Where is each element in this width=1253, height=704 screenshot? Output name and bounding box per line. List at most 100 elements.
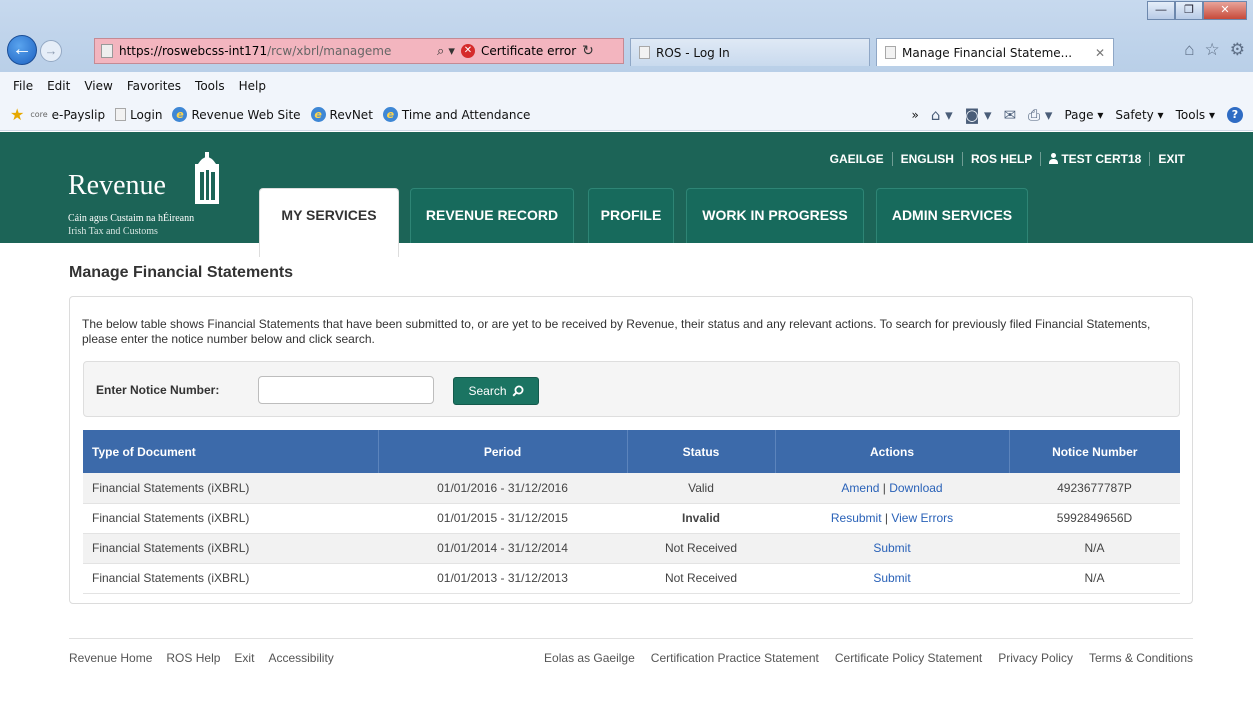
minimize-button[interactable]: —	[1147, 1, 1175, 20]
menu-file[interactable]: File	[6, 79, 40, 93]
address-url[interactable]: https://roswebcss-int171/rcw/xbrl/manage…	[119, 44, 431, 58]
user-icon	[1049, 153, 1059, 164]
certificate-error-icon[interactable]: ✕	[460, 44, 475, 58]
favorites-star-icon[interactable]: ★	[10, 105, 24, 124]
footer-exit-link[interactable]: Exit	[234, 651, 254, 665]
table-header-row: Type of Document Period Status Actions N…	[83, 430, 1180, 473]
cell-type: Financial Statements (iXBRL)	[83, 533, 378, 564]
table-row: Financial Statements (iXBRL) 01/01/2016 …	[83, 473, 1180, 504]
ie-icon: e	[310, 107, 326, 122]
harp-logo-icon	[195, 152, 219, 204]
table-row: Financial Statements (iXBRL) 01/01/2014 …	[83, 533, 1180, 564]
menu-edit[interactable]: Edit	[40, 79, 77, 93]
search-box: Enter Notice Number: Search	[83, 361, 1180, 417]
safety-menu[interactable]: Safety ▾	[1115, 108, 1163, 122]
footer-revenue-home-link[interactable]: Revenue Home	[69, 651, 152, 665]
logo-wordmark: Revenue	[68, 170, 166, 201]
footer-terms-link[interactable]: Terms & Conditions	[1089, 651, 1193, 665]
fav-login[interactable]: Login	[115, 108, 162, 122]
column-header-period: Period	[378, 430, 628, 473]
column-header-status: Status	[627, 430, 776, 473]
mail-icon[interactable]: ✉	[1004, 106, 1017, 124]
close-tab-icon[interactable]: ✕	[1095, 46, 1105, 60]
certificate-error-label[interactable]: Certificate error	[481, 44, 576, 58]
footer-certificate-policy-link[interactable]: Certificate Policy Statement	[835, 651, 982, 665]
util-user[interactable]: TEST CERT18	[1041, 152, 1151, 166]
refresh-icon[interactable]: ↻	[582, 43, 594, 59]
back-button[interactable]: ←	[7, 35, 37, 65]
notice-number-label: Enter Notice Number:	[96, 383, 220, 397]
tab-admin-services[interactable]: ADMIN SERVICES	[876, 188, 1028, 243]
footer-cps-link[interactable]: Certification Practice Statement	[651, 651, 819, 665]
submit-link[interactable]: Submit	[873, 541, 910, 555]
menu-favorites[interactable]: Favorites	[120, 79, 188, 93]
search-button[interactable]: Search	[453, 377, 539, 405]
download-link[interactable]: Download	[889, 481, 942, 495]
util-exit[interactable]: EXIT	[1150, 152, 1193, 166]
home-icon[interactable]: ⌂	[1184, 40, 1194, 60]
cell-period: 01/01/2015 - 31/12/2015	[378, 503, 627, 534]
menu-bar: File Edit View Favorites Tools Help	[0, 72, 1253, 99]
tab-profile[interactable]: PROFILE	[588, 188, 674, 243]
print-icon[interactable]: ⎙ ▾	[1028, 106, 1052, 124]
cell-actions: Amend | Download	[775, 473, 1009, 504]
help-icon[interactable]: ?	[1227, 107, 1243, 123]
logo-subtitle-irish: Cáin agus Custaim na hÉireann	[68, 213, 195, 224]
view-errors-link[interactable]: View Errors	[891, 511, 953, 525]
fav-time-and-attendance[interactable]: e Time and Attendance	[382, 107, 530, 122]
table-row: Financial Statements (iXBRL) 01/01/2015 …	[83, 503, 1180, 534]
fav-revnet[interactable]: e RevNet	[310, 107, 373, 122]
rss-feed-icon[interactable]: ◙ ▾	[965, 106, 992, 124]
cell-status: Not Received	[627, 533, 775, 564]
footer-right-links: Eolas as Gaeilge Certification Practice …	[544, 651, 1193, 665]
gear-icon[interactable]: ⚙	[1230, 40, 1245, 60]
tab-my-services[interactable]: MY SERVICES	[259, 188, 399, 257]
menu-view[interactable]: View	[77, 79, 119, 93]
command-bar: » ⌂ ▾ ◙ ▾ ✉ ⎙ ▾ Page ▾ Safety ▾ Tools ▾ …	[912, 99, 1243, 131]
maximize-button[interactable]: ❐	[1175, 1, 1203, 20]
page-menu[interactable]: Page ▾	[1064, 108, 1103, 122]
logo-subtitle-english: Irish Tax and Customs	[68, 226, 158, 237]
menu-tools[interactable]: Tools	[188, 79, 232, 93]
cell-status: Invalid	[627, 503, 775, 534]
utility-nav: GAEILGE ENGLISH ROS HELP TEST CERT18 EXI…	[822, 152, 1193, 166]
util-gaeilge[interactable]: GAEILGE	[822, 152, 893, 166]
footer-privacy-policy-link[interactable]: Privacy Policy	[998, 651, 1073, 665]
cell-period: 01/01/2014 - 31/12/2014	[378, 533, 627, 564]
footer-ros-help-link[interactable]: ROS Help	[166, 651, 220, 665]
more-favorites-chevron-icon[interactable]: »	[912, 108, 919, 122]
home-icon[interactable]: ⌂ ▾	[931, 106, 953, 124]
page-icon	[885, 46, 896, 59]
cell-type: Financial Statements (iXBRL)	[83, 503, 378, 534]
util-english[interactable]: ENGLISH	[893, 152, 963, 166]
resubmit-link[interactable]: Resubmit	[831, 511, 882, 525]
page-icon	[639, 46, 650, 59]
tab-revenue-record[interactable]: REVENUE RECORD	[410, 188, 574, 243]
forward-button[interactable]: →	[40, 40, 62, 62]
tab-work-in-progress[interactable]: WORK IN PROGRESS	[686, 188, 864, 243]
fav-revenue-web-site[interactable]: e Revenue Web Site	[172, 107, 301, 122]
footer-eolas-link[interactable]: Eolas as Gaeilge	[544, 651, 635, 665]
address-bar[interactable]: https://roswebcss-int171/rcw/xbrl/manage…	[94, 38, 624, 64]
tab-ros-login[interactable]: ROS - Log In	[630, 38, 870, 66]
favorites-star-icon[interactable]: ☆	[1205, 40, 1220, 60]
cell-notice-number: 4923677787P	[1009, 473, 1180, 504]
footer-accessibility-link[interactable]: Accessibility	[268, 651, 333, 665]
browser-toolbar-icons: ⌂ ☆ ⚙	[1184, 40, 1245, 60]
cell-actions: Submit	[775, 563, 1009, 594]
close-window-button[interactable]: ✕	[1203, 1, 1247, 20]
tab-manage-financial-statements[interactable]: Manage Financial Stateme... ✕	[876, 38, 1114, 66]
fav-e-payslip[interactable]: core e-Payslip	[30, 108, 105, 122]
search-icon[interactable]: ⌕ ▾	[437, 44, 455, 59]
page-icon	[101, 44, 113, 58]
intro-text: The below table shows Financial Statemen…	[82, 317, 1151, 346]
cell-period: 01/01/2013 - 31/12/2013	[378, 563, 627, 594]
cell-actions: Submit	[775, 533, 1009, 564]
menu-help[interactable]: Help	[232, 79, 273, 93]
util-ros-help[interactable]: ROS HELP	[963, 152, 1042, 166]
footer-left-links: Revenue Home ROS Help Exit Accessibility	[69, 651, 334, 665]
notice-number-input[interactable]	[258, 376, 434, 404]
submit-link[interactable]: Submit	[873, 571, 910, 585]
amend-link[interactable]: Amend	[841, 481, 879, 495]
tools-menu[interactable]: Tools ▾	[1176, 108, 1215, 122]
